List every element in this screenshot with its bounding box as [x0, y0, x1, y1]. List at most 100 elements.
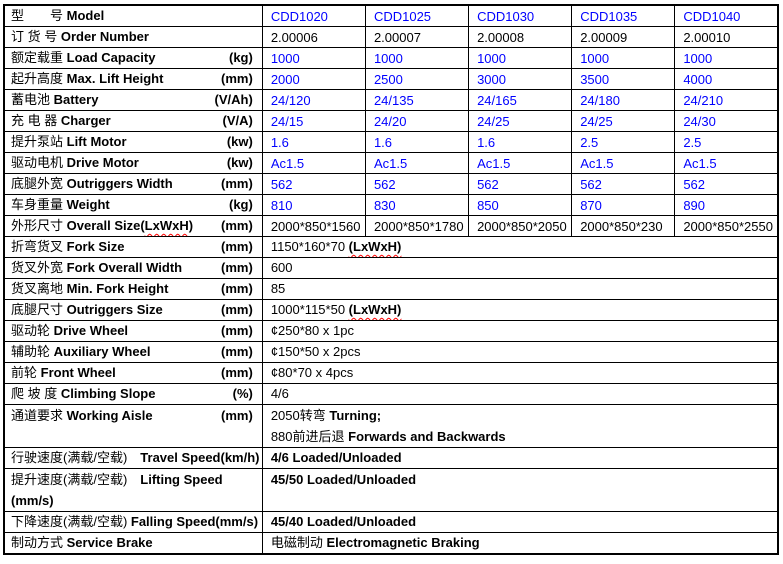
charger-value-cdd1020: 24/15 — [262, 111, 365, 132]
row-label-text: 提升速度(满载/空载) Lifting Speed — [11, 469, 223, 490]
row-label-outriggers-size: 底腿尺寸 Outriggers Size(mm) — [4, 300, 262, 321]
spec-row-lifting-speed: 提升速度(满载/空载) Lifting Speed(mm/s) 45/50 Loa… — [4, 469, 778, 512]
overall-size-value-cdd1030: 2000*850*2050 — [469, 216, 572, 237]
row-unit-fork-size: (mm) — [221, 237, 253, 257]
order-number-value-cdd1025: 2.00007 — [365, 27, 468, 48]
max-lift-height-value-cdd1035: 3500 — [572, 69, 675, 90]
row-label-drive-motor: 驱动电机 Drive Motor(kw) — [4, 153, 262, 174]
overall-size-value-cdd1020: 2000*850*1560 — [262, 216, 365, 237]
model-value-cdd1020: CDD1020 — [262, 5, 365, 27]
row-label-text: 驱动轮 Drive Wheel — [11, 321, 128, 341]
spec-table-body: 型 号 ModelCDD1020CDD1025CDD1030CDD1035CDD… — [4, 5, 778, 554]
text-segment: ¢150*50 x 2pcs — [271, 344, 361, 359]
row-label-text: 通道要求 Working Aisle — [11, 405, 153, 426]
value-line: 600 — [271, 258, 773, 278]
value-line: 45/50 Loaded/Unloaded — [271, 469, 773, 490]
text-segment: Min. Fork Height — [67, 281, 169, 296]
row-label-text: 爬 坡 度 Climbing Slope — [11, 384, 155, 404]
text-segment: 通道要求 — [11, 408, 67, 423]
value-line: 1000*115*50 (LxWxH) — [271, 300, 773, 320]
text-segment: Electromagnetic Braking — [326, 535, 479, 550]
row-unit-drive-wheel: (mm) — [221, 321, 253, 341]
row-unit-travel-speed: (km/h) — [221, 448, 260, 468]
text-segment: 下降速度(满载/空载) — [11, 514, 131, 529]
weight-value-cdd1030: 850 — [469, 195, 572, 216]
row-label-outriggers-width: 底腿外宽 Outriggers Width(mm) — [4, 174, 262, 195]
drive-motor-value-cdd1040: Ac1.5 — [675, 153, 778, 174]
row-label-text: 订 货 号 Order Number — [11, 27, 149, 47]
text-segment: 行驶速度(满载/空载) — [11, 450, 140, 465]
spec-row-min-fork-height: 货叉离地 Min. Fork Height(mm)85 — [4, 279, 778, 300]
row-label-service-brake: 制动方式 Service Brake — [4, 533, 262, 555]
spec-row-fork-overall-width: 货叉外宽 Fork Overall Width (mm) 600 — [4, 258, 778, 279]
drive-motor-value-cdd1030: Ac1.5 — [469, 153, 572, 174]
row-label-text: 底腿尺寸 Outriggers Size — [11, 300, 163, 320]
row-label-text: 货叉离地 Min. Fork Height — [11, 279, 168, 299]
value-line: 45/40 Loaded/Unloaded — [271, 512, 773, 532]
spec-row-model: 型 号 ModelCDD1020CDD1025CDD1030CDD1035CDD… — [4, 5, 778, 27]
text-segment: 型 号 — [11, 8, 67, 23]
row-unit-load-capacity: (kg) — [229, 48, 253, 68]
text-segment: Turning; — [329, 408, 381, 423]
text-segment: Lift Motor — [67, 134, 127, 149]
row-unit-falling-speed: (mm/s) — [215, 512, 258, 532]
working-aisle-value: 2050转弯 Turning;880前进后退 Forwards and Back… — [262, 405, 778, 448]
text-segment: 起升高度 — [11, 71, 67, 86]
min-fork-height-value: 85 — [262, 279, 778, 300]
spec-row-front-wheel: 前轮 Front Wheel(mm)¢80*70 x 4pcs — [4, 363, 778, 384]
text-segment: Working Aisle — [67, 408, 153, 423]
row-label-text: 货叉外宽 Fork Overall Width — [11, 258, 182, 278]
spec-row-overall-size: 外形尺寸 Overall Size(LxWxH)(mm)2000*850*156… — [4, 216, 778, 237]
row-label-min-fork-height: 货叉离地 Min. Fork Height(mm) — [4, 279, 262, 300]
text-segment: ) — [189, 218, 193, 233]
value-line: 电磁制动 Electromagnetic Braking — [271, 533, 773, 553]
row-label-text: 充 电 器 Charger — [11, 111, 111, 131]
row-unit-climbing-slope: (%) — [233, 384, 253, 404]
row-unit-overall-size: (mm) — [221, 216, 253, 236]
charger-value-cdd1025: 24/20 — [365, 111, 468, 132]
text-segment: (LxWxH) — [349, 302, 402, 317]
row-label-fork-size: 折弯货叉 Fork Size(mm) — [4, 237, 262, 258]
spec-row-fork-size: 折弯货叉 Fork Size(mm) 1150*160*70 (LxWxH) — [4, 237, 778, 258]
row-label-weight: 车身重量 Weight(kg) — [4, 195, 262, 216]
row-label-text: 辅助轮 Auxiliary Wheel — [11, 342, 150, 362]
weight-value-cdd1020: 810 — [262, 195, 365, 216]
text-segment: 爬 坡 度 — [11, 386, 61, 401]
fork-overall-width-value: 600 — [262, 258, 778, 279]
value-line: 2050转弯 Turning; — [271, 405, 773, 426]
row-unit-fork-overall-width: (mm) — [221, 258, 253, 278]
load-capacity-value-cdd1040: 1000 — [675, 48, 778, 69]
battery-value-cdd1025: 24/135 — [365, 90, 468, 111]
row-label-lifting-speed: 提升速度(满载/空载) Lifting Speed(mm/s) — [4, 469, 262, 512]
spec-row-falling-speed: 下降速度(满载/空载) Falling Speed(mm/s)45/40 Loa… — [4, 512, 778, 533]
battery-value-cdd1030: 24/165 — [469, 90, 572, 111]
order-number-value-cdd1020: 2.00006 — [262, 27, 365, 48]
text-segment: Model — [67, 8, 105, 23]
row-label-overall-size: 外形尺寸 Overall Size(LxWxH)(mm) — [4, 216, 262, 237]
spec-row-drive-wheel: 驱动轮 Drive Wheel(mm)¢250*80 x 1pc — [4, 321, 778, 342]
drive-motor-value-cdd1025: Ac1.5 — [365, 153, 468, 174]
row-unit-battery: (V/Ah) — [215, 90, 253, 110]
spec-row-max-lift-height: 起升高度 Max. Lift Height(mm)200025003000350… — [4, 69, 778, 90]
text-segment: Lifting Speed — [140, 472, 222, 487]
text-segment: 提升泵站 — [11, 134, 67, 149]
value-line: 4/6 — [271, 384, 773, 404]
spec-row-working-aisle: 通道要求 Working Aisle(mm)2050转弯 Turning;880… — [4, 405, 778, 448]
value-line: ¢150*50 x 2pcs — [271, 342, 773, 362]
model-value-cdd1040: CDD1040 — [675, 5, 778, 27]
max-lift-height-value-cdd1020: 2000 — [262, 69, 365, 90]
row-unit-max-lift-height: (mm) — [221, 69, 253, 89]
text-segment: Outriggers Size — [67, 302, 163, 317]
lift-motor-value-cdd1040: 2.5 — [675, 132, 778, 153]
charger-value-cdd1030: 24/25 — [469, 111, 572, 132]
value-line: 1150*160*70 (LxWxH) — [271, 237, 773, 257]
text-segment: Overall Size( — [67, 218, 145, 233]
row-label-text: 车身重量 Weight — [11, 195, 110, 215]
model-value-cdd1025: CDD1025 — [365, 5, 468, 27]
order-number-value-cdd1035: 2.00009 — [572, 27, 675, 48]
row-label-text: 行驶速度(满载/空载) Travel Speed — [11, 448, 221, 468]
text-segment: Weight — [67, 197, 110, 212]
drive-motor-value-cdd1035: Ac1.5 — [572, 153, 675, 174]
order-number-value-cdd1030: 2.00008 — [469, 27, 572, 48]
row-label-drive-wheel: 驱动轮 Drive Wheel (mm) — [4, 321, 262, 342]
